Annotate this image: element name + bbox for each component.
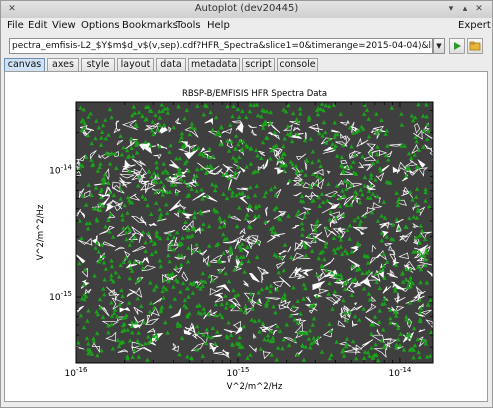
y-tick-label: 10-14 <box>49 164 72 177</box>
app-window: ✕ Autoplot (dev20445) ▾ ▴ ✕ File Edit Vi… <box>0 0 493 408</box>
y-axis-label: V^2/m^2/Hz <box>36 204 46 260</box>
status-strip <box>1 402 492 407</box>
tab-style[interactable]: style <box>81 58 115 71</box>
x-axis-label: V^2/m^2/Hz <box>227 382 283 392</box>
menu-help[interactable]: Help <box>207 20 230 31</box>
window-close-right-icon[interactable]: ✕ <box>474 4 484 14</box>
chart-title: RBSP-B/EMFISIS HFR Spectra Data <box>182 89 327 99</box>
tab-metadata[interactable]: metadata <box>188 58 240 71</box>
menu-file[interactable]: File <box>7 20 24 31</box>
menu-edit[interactable]: Edit <box>28 20 47 31</box>
menu-expert[interactable]: Expert <box>458 20 491 31</box>
tab-axes[interactable]: axes <box>47 58 79 71</box>
canvas-panel[interactable]: RBSP-B/EMFISIS HFR Spectra Data 10-16 10-1… <box>4 71 488 402</box>
x-tick-label: 10-16 <box>65 366 88 379</box>
chevron-down-icon[interactable]: ▼ <box>433 38 445 54</box>
tab-layout[interactable]: layout <box>117 58 154 71</box>
tab-script[interactable]: script <box>242 58 275 71</box>
title-bar: ✕ Autoplot (dev20445) ▾ ▴ ✕ <box>1 1 492 19</box>
menu-bookmarks[interactable]: Bookmarks <box>122 20 178 31</box>
x-tick-label: 10-14 <box>388 366 411 379</box>
window-maximize-icon[interactable]: ▴ <box>460 4 470 14</box>
window-title: Autoplot (dev20445) <box>194 3 299 14</box>
menu-bar: File Edit View Options Bookmarks Tools H… <box>1 18 492 34</box>
play-icon[interactable] <box>449 38 465 54</box>
menu-view[interactable]: View <box>52 20 76 31</box>
y-tick-label: 10-15 <box>49 290 72 303</box>
window-minimize-icon[interactable]: ▾ <box>446 4 456 14</box>
tab-console[interactable]: console <box>277 58 318 71</box>
scatter-chart[interactable]: RBSP-B/EMFISIS HFR Spectra Data 10-16 10-1… <box>5 72 487 401</box>
toolbar: pectra_emfisis-L2_$Y$m$d_v$(v,sep).cdf?H… <box>1 34 492 58</box>
x-tick-label: 10-15 <box>227 366 250 379</box>
menu-options[interactable]: Options <box>81 20 120 31</box>
data-uri-input[interactable]: pectra_emfisis-L2_$Y$m$d_v$(v,sep).cdf?H… <box>9 38 433 54</box>
link-polygon <box>296 257 311 259</box>
folder-icon[interactable] <box>467 38 483 54</box>
menu-tools[interactable]: Tools <box>176 20 201 31</box>
tab-data[interactable]: data <box>156 58 186 71</box>
tab-canvas[interactable]: canvas <box>4 58 45 72</box>
